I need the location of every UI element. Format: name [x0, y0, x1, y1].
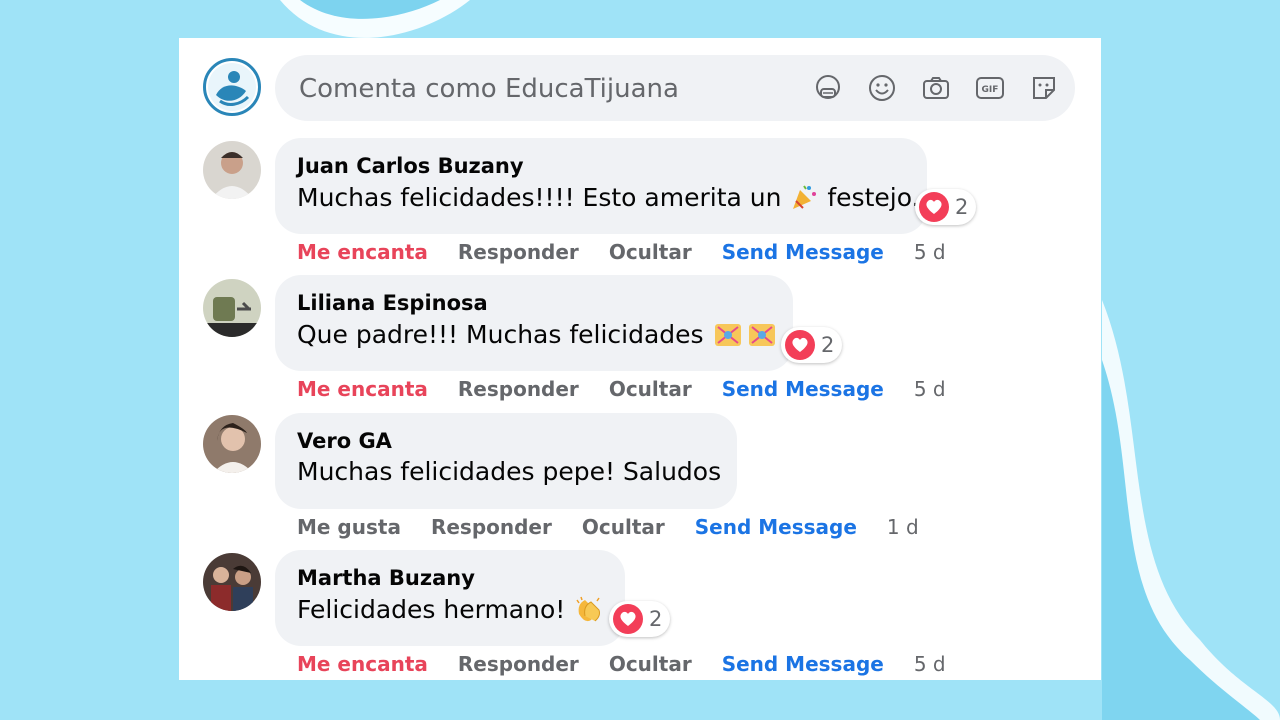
heart-reaction-icon [919, 192, 949, 222]
comment-text: Muchas felicidades pepe! Saludos [297, 457, 722, 486]
send-message-link[interactable]: Send Message [722, 240, 884, 264]
love-button[interactable]: Me encanta [297, 240, 428, 264]
comment-actions: Me encanta Responder Ocultar Send Messag… [297, 377, 946, 401]
hide-button[interactable]: Ocultar [609, 377, 692, 401]
reply-button[interactable]: Responder [431, 515, 552, 539]
svg-text:GIF: GIF [982, 85, 999, 95]
comment-timestamp[interactable]: 5 d [914, 377, 946, 401]
comment-input[interactable] [297, 55, 781, 123]
camera-icon[interactable] [919, 71, 953, 105]
heart-reaction-icon [785, 330, 815, 360]
heart-reaction-icon [613, 604, 643, 634]
gif-icon[interactable]: GIF [973, 71, 1007, 105]
comment-composer[interactable]: GIF [275, 55, 1075, 123]
love-button[interactable]: Me encanta [297, 377, 428, 401]
party-popper-icon [789, 182, 819, 218]
avatar[interactable] [203, 141, 261, 199]
comment-text: Felicidades hermano! [297, 594, 603, 630]
hide-button[interactable]: Ocultar [609, 240, 692, 264]
comment-timestamp[interactable]: 1 d [887, 515, 919, 539]
avatar[interactable] [203, 415, 261, 473]
reply-button[interactable]: Responder [458, 377, 579, 401]
hide-button[interactable]: Ocultar [609, 652, 692, 676]
like-button[interactable]: Me gusta [297, 515, 401, 539]
page-avatar [203, 58, 261, 116]
comment-text: Muchas felicidades!!!! Esto amerita un f… [297, 182, 920, 218]
comment-timestamp[interactable]: 5 d [914, 240, 946, 264]
avatar[interactable] [203, 279, 261, 337]
send-message-link[interactable]: Send Message [722, 652, 884, 676]
comment-bubble: Liliana Espinosa Que padre!!! Muchas fel… [275, 275, 793, 371]
educatijuana-logo-icon [208, 63, 256, 111]
avatar-sticker-icon[interactable] [811, 71, 845, 105]
comment-timestamp[interactable]: 5 d [914, 652, 946, 676]
reply-button[interactable]: Responder [458, 652, 579, 676]
celebration-emoji-icon [712, 319, 778, 355]
love-button[interactable]: Me encanta [297, 652, 428, 676]
comment-actions: Me encanta Responder Ocultar Send Messag… [297, 240, 946, 264]
reply-button[interactable]: Responder [458, 240, 579, 264]
send-message-link[interactable]: Send Message [695, 515, 857, 539]
comment-actions: Me encanta Responder Ocultar Send Messag… [297, 652, 946, 676]
send-message-link[interactable]: Send Message [722, 377, 884, 401]
sticker-icon[interactable] [1027, 71, 1061, 105]
reaction-count: 2 [955, 195, 969, 219]
comment-author[interactable]: Martha Buzany [297, 566, 603, 590]
comments-panel: GIF Juan Carlos Buzany Muchas felicidade… [179, 38, 1101, 680]
comment-bubble: Juan Carlos Buzany Muchas felicidades!!!… [275, 138, 927, 234]
reaction-count: 2 [821, 333, 835, 357]
reaction-count: 2 [649, 607, 663, 631]
reaction-badge[interactable]: 2 [915, 189, 977, 225]
emoji-icon[interactable] [865, 71, 899, 105]
comment-bubble: Martha Buzany Felicidades hermano! [275, 550, 625, 646]
comment-author[interactable]: Vero GA [297, 429, 715, 453]
comment-author[interactable]: Juan Carlos Buzany [297, 154, 905, 178]
hide-button[interactable]: Ocultar [582, 515, 665, 539]
comment-actions: Me gusta Responder Ocultar Send Message … [297, 515, 919, 539]
reaction-badge[interactable]: 2 [609, 601, 671, 637]
comment-text: Que padre!!! Muchas felicidades [297, 319, 775, 355]
reaction-badge[interactable]: 2 [781, 327, 843, 363]
comment-author[interactable]: Liliana Espinosa [297, 291, 771, 315]
clapping-hands-icon [573, 594, 605, 630]
comment-bubble: Vero GA Muchas felicidades pepe! Saludos [275, 413, 737, 509]
avatar[interactable] [203, 553, 261, 611]
